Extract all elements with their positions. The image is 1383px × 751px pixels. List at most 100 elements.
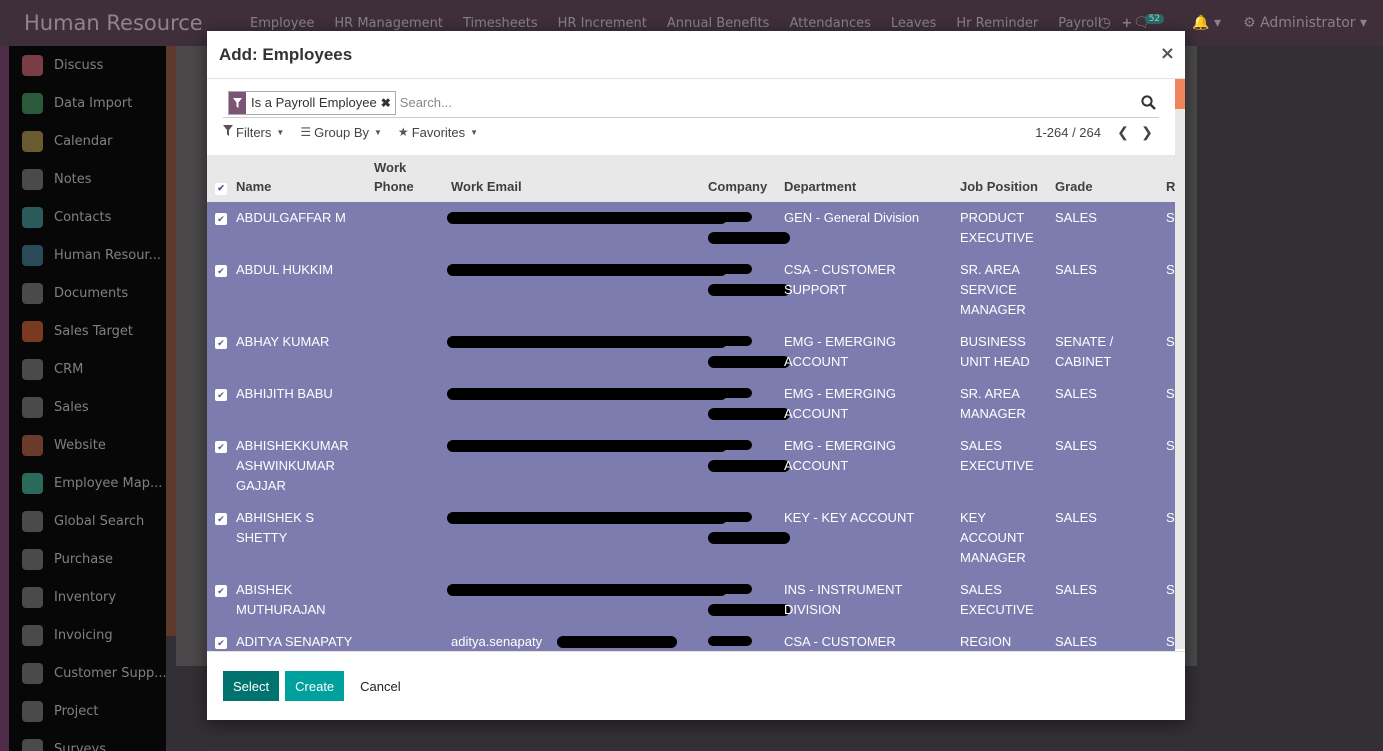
cell-extra: S (1166, 386, 1175, 401)
sidebar-item[interactable]: Data Import (9, 84, 166, 122)
cell-work-email (447, 574, 727, 626)
row-select-cell[interactable]: ✔ (207, 326, 232, 378)
cell-work-email (447, 202, 727, 254)
redaction-bar (708, 356, 790, 368)
row-select-cell[interactable]: ✔ (207, 378, 232, 430)
select-button[interactable]: Select (223, 671, 280, 701)
pager-previous-icon[interactable]: ❮ (1111, 124, 1135, 141)
column-header-extra[interactable]: R (1162, 155, 1175, 202)
sidebar-item[interactable]: Surveys (9, 730, 166, 751)
filters-dropdown[interactable]: Filters ▼ (223, 125, 284, 140)
row-select-cell[interactable]: ✔ (207, 202, 232, 254)
sidebar-item[interactable]: Human Resour... (9, 236, 166, 274)
search-icon[interactable] (1137, 92, 1159, 114)
app-icon (22, 320, 43, 342)
sidebar-item[interactable]: Documents (9, 274, 166, 312)
row-checkbox[interactable]: ✔ (215, 637, 227, 649)
dialog-scrollbar[interactable] (1175, 109, 1185, 649)
user-menu[interactable]: ⚙ Administrator ▾ (1243, 15, 1367, 31)
sidebar-list: Discuss Data Import Calendar Notes Contacts H… (9, 46, 166, 751)
menu-payroll[interactable]: Payroll (1058, 16, 1101, 31)
table-row[interactable]: ✔ ABISHEK MUTHURAJAN INS - INSTRUMENT DIVI… (207, 574, 1175, 626)
column-header-work-phone[interactable]: Work Phone (370, 155, 447, 202)
redaction-bar (447, 264, 727, 276)
menu-attendances[interactable]: Attendances (789, 16, 870, 31)
menu-annual-benefits[interactable]: Annual Benefits (667, 16, 770, 31)
menu-hr-reminder[interactable]: Hr Reminder (956, 16, 1038, 31)
menu-employee[interactable]: Employee (250, 16, 314, 31)
sidebar-item[interactable]: Website (9, 426, 166, 464)
cell-name: ABHAY KUMAR (236, 334, 330, 349)
cell-work-phone (370, 326, 447, 378)
row-checkbox[interactable]: ✔ (215, 265, 227, 277)
app-icon (22, 510, 43, 532)
create-button[interactable]: Create (285, 671, 345, 701)
pager-value[interactable]: 1-264 / 264 (1035, 125, 1101, 140)
row-checkbox[interactable]: ✔ (215, 441, 227, 453)
column-header-department[interactable]: Department (780, 155, 956, 202)
cell-work-email (447, 378, 727, 430)
cell-grade: SENATE / CABINET (1055, 334, 1114, 369)
chat-icon[interactable]: 🗨52 (1133, 14, 1170, 31)
sidebar-item[interactable]: CRM (9, 350, 166, 388)
table-row[interactable]: ✔ ABHISHEKKUMAR ASHWINKUMAR GAJJAR EMG - E… (207, 430, 1175, 502)
sidebar-item[interactable]: Contacts (9, 198, 166, 236)
cell-grade: SALES (1055, 210, 1097, 225)
cell-work-phone (370, 574, 447, 626)
menu-leaves[interactable]: Leaves (891, 16, 936, 31)
menu-hr-management[interactable]: HR Management (334, 16, 443, 31)
app-icon (22, 282, 43, 304)
sidebar-item[interactable]: Employee Map... (9, 464, 166, 502)
row-select-cell[interactable]: ✔ (207, 626, 232, 651)
bell-icon[interactable]: 🔔 ▾ (1192, 15, 1221, 31)
pager-next-icon[interactable]: ❯ (1135, 124, 1159, 141)
column-header-job-position[interactable]: Job Position (956, 155, 1051, 202)
filters-label: Filters (236, 124, 272, 140)
column-header-name[interactable]: Name (232, 155, 370, 202)
row-select-cell[interactable]: ✔ (207, 574, 232, 626)
sidebar-item[interactable]: Notes (9, 160, 166, 198)
sidebar-item[interactable]: Sales (9, 388, 166, 426)
menu-timesheets[interactable]: Timesheets (463, 16, 538, 31)
group-by-dropdown[interactable]: ☰ Group By ▼ (300, 125, 382, 140)
sidebar-item[interactable]: Purchase (9, 540, 166, 578)
row-checkbox[interactable]: ✔ (215, 585, 227, 597)
cell-company (704, 574, 790, 626)
select-all-header[interactable]: ✔ (207, 155, 232, 202)
sidebar-item[interactable]: Sales Target (9, 312, 166, 350)
sidebar-item[interactable]: Invoicing (9, 616, 166, 654)
row-checkbox[interactable]: ✔ (215, 513, 227, 525)
search-input[interactable] (399, 90, 1137, 115)
row-select-cell[interactable]: ✔ (207, 502, 232, 574)
close-icon[interactable]: × (1160, 43, 1175, 64)
row-checkbox[interactable]: ✔ (215, 213, 227, 225)
favorites-dropdown[interactable]: ★ Favorites ▼ (398, 125, 478, 140)
column-header-work-email[interactable]: Work Email (447, 155, 704, 202)
select-all-checkbox[interactable]: ✔ (215, 182, 227, 195)
sidebar-item-label: Website (54, 437, 106, 453)
row-checkbox[interactable]: ✔ (215, 389, 227, 401)
table-row[interactable]: ✔ ABHIJITH BABU EMG - EMERGING ACCOUNT SR. … (207, 378, 1175, 430)
menu-hr-increment[interactable]: HR Increment (558, 16, 647, 31)
sidebar-item[interactable]: Calendar (9, 122, 166, 160)
sidebar-item[interactable]: Discuss (9, 46, 166, 84)
table-row[interactable]: ✔ ADITYA SENAPATY M aditya.senapaty CSA - C… (207, 626, 1175, 651)
clock-icon[interactable]: ◷ (1099, 15, 1111, 31)
column-header-company[interactable]: Company (704, 155, 780, 202)
cancel-button[interactable]: Cancel (350, 671, 410, 701)
table-row[interactable]: ✔ ABDUL HUKKIM CSA - CUSTOMER SUPPORT SR. A… (207, 254, 1175, 326)
app-icon (22, 700, 43, 722)
facet-remove-icon[interactable]: ✖ (381, 96, 395, 110)
sidebar-item[interactable]: Customer Supp... (9, 654, 166, 692)
table-row[interactable]: ✔ ABHAY KUMAR EMG - EMERGING ACCOUNT BUSINE… (207, 326, 1175, 378)
row-checkbox[interactable]: ✔ (215, 337, 227, 349)
table-row[interactable]: ✔ ABHISHEK S SHETTY KEY - KEY ACCOUNT KEY A… (207, 502, 1175, 574)
column-header-grade[interactable]: Grade (1051, 155, 1162, 202)
row-select-cell[interactable]: ✔ (207, 254, 232, 326)
background-accent-bar (166, 46, 176, 636)
table-row[interactable]: ✔ ABDULGAFFAR M GEN - General Division PROD… (207, 202, 1175, 254)
row-select-cell[interactable]: ✔ (207, 430, 232, 502)
sidebar-item[interactable]: Global Search (9, 502, 166, 540)
sidebar-item[interactable]: Project (9, 692, 166, 730)
sidebar-item[interactable]: Inventory (9, 578, 166, 616)
